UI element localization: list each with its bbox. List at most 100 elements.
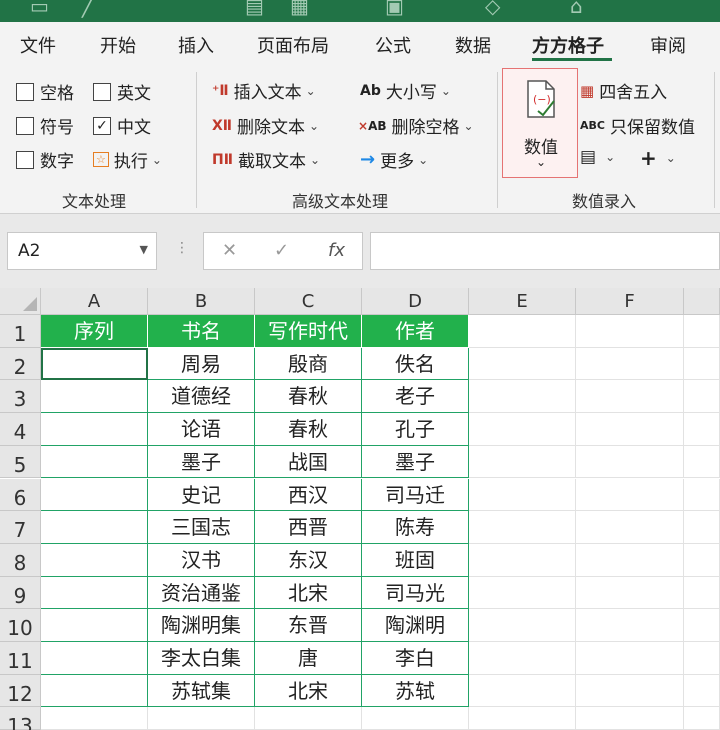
checkbox-english[interactable]: 英文 xyxy=(93,79,151,104)
table-cell[interactable]: 墨子 xyxy=(148,445,255,479)
value-button[interactable]: (−) 数值 ⌄ xyxy=(502,68,578,178)
shape-icon[interactable]: ◇ xyxy=(485,0,500,18)
table-cell[interactable]: 陈寿 xyxy=(362,511,469,544)
tab-page-layout[interactable]: 页面布局 xyxy=(257,32,329,58)
cell[interactable] xyxy=(469,478,576,512)
table-cell[interactable]: 苏轼集 xyxy=(148,674,255,708)
table-icon[interactable]: ▦ xyxy=(290,0,309,18)
column-header[interactable]: C xyxy=(255,288,362,315)
cell[interactable] xyxy=(469,413,576,446)
table-cell[interactable]: 周易 xyxy=(148,347,255,381)
cell[interactable] xyxy=(41,707,148,730)
formula-input[interactable] xyxy=(370,232,720,270)
cell[interactable] xyxy=(684,478,720,512)
print-icon[interactable]: ▣ xyxy=(385,0,404,18)
table-cell[interactable]: 西晋 xyxy=(255,511,362,544)
column-header[interactable]: F xyxy=(576,288,684,315)
column-header[interactable]: D xyxy=(362,288,469,315)
table-cell[interactable]: 战国 xyxy=(255,445,362,479)
cell[interactable] xyxy=(469,543,576,577)
table-cell[interactable]: 陶渊明 xyxy=(362,609,469,642)
delete-space-button[interactable]: ×AB 删除空格 ⌄ xyxy=(358,113,474,138)
cell[interactable] xyxy=(362,707,469,730)
row-header[interactable]: 3 xyxy=(0,380,41,414)
cell[interactable] xyxy=(469,347,576,381)
table-cell[interactable] xyxy=(41,413,148,446)
cell[interactable] xyxy=(469,609,576,642)
tab-home[interactable]: 开始 xyxy=(100,32,136,58)
more-button[interactable]: → 更多 ⌄ xyxy=(360,147,428,172)
table-cell[interactable] xyxy=(41,642,148,675)
table-cell[interactable] xyxy=(41,543,148,577)
table-cell[interactable]: 殷商 xyxy=(255,347,362,381)
cell[interactable] xyxy=(255,707,362,730)
layout-icon[interactable]: ▤ xyxy=(245,0,264,18)
name-box[interactable]: A2 ▼ xyxy=(7,232,157,270)
cell[interactable] xyxy=(469,315,576,348)
table-cell[interactable]: 东汉 xyxy=(255,543,362,577)
edit-menu-button[interactable]: ▤ ⌄ xyxy=(580,147,615,167)
table-cell[interactable]: 老子 xyxy=(362,380,469,414)
cell[interactable] xyxy=(469,511,576,544)
pen-icon[interactable]: ╱ xyxy=(82,0,94,18)
execute-button[interactable]: ☆ 执行 ⌄ xyxy=(93,147,162,172)
table-cell[interactable] xyxy=(41,380,148,414)
cell[interactable] xyxy=(684,576,720,610)
row-header[interactable]: 8 xyxy=(0,543,41,577)
table-cell[interactable]: 北宋 xyxy=(255,576,362,610)
table-cell[interactable]: 春秋 xyxy=(255,413,362,446)
tab-fangfanggezi[interactable]: 方方格子 xyxy=(532,32,604,58)
checkbox-symbol[interactable]: 符号 xyxy=(16,113,74,138)
table-header-cell[interactable]: 写作时代 xyxy=(255,315,362,348)
row-header[interactable]: 11 xyxy=(0,642,41,675)
table-cell[interactable]: 东晋 xyxy=(255,609,362,642)
table-cell[interactable] xyxy=(41,445,148,479)
cell[interactable] xyxy=(576,478,684,512)
table-header-cell[interactable]: 序列 xyxy=(41,315,148,348)
cell[interactable] xyxy=(684,674,720,708)
cell[interactable] xyxy=(469,707,576,730)
table-cell[interactable]: 资治通鉴 xyxy=(148,576,255,610)
function-icon[interactable]: fx xyxy=(328,240,345,261)
cell[interactable] xyxy=(576,445,684,479)
cell[interactable] xyxy=(684,347,720,381)
cell[interactable] xyxy=(684,380,720,414)
table-cell[interactable]: 李白 xyxy=(362,642,469,675)
column-header[interactable]: B xyxy=(148,288,255,315)
tab-insert[interactable]: 插入 xyxy=(178,32,214,58)
column-header[interactable] xyxy=(684,288,720,315)
row-header[interactable]: 4 xyxy=(0,413,41,446)
cell[interactable] xyxy=(469,642,576,675)
table-cell[interactable]: 北宋 xyxy=(255,674,362,708)
cell[interactable] xyxy=(469,674,576,708)
lock-icon[interactable]: ⌂ xyxy=(570,0,583,18)
table-cell[interactable]: 春秋 xyxy=(255,380,362,414)
row-header[interactable]: 10 xyxy=(0,609,41,642)
cell[interactable] xyxy=(576,380,684,414)
table-cell[interactable] xyxy=(41,674,148,708)
table-cell[interactable]: 论语 xyxy=(148,413,255,446)
cell[interactable] xyxy=(684,315,720,348)
table-cell[interactable]: 墨子 xyxy=(362,445,469,479)
row-header[interactable]: 6 xyxy=(0,478,41,512)
row-header[interactable]: 12 xyxy=(0,674,41,708)
cell[interactable] xyxy=(684,707,720,730)
table-cell[interactable]: 道德经 xyxy=(148,380,255,414)
row-header[interactable]: 2 xyxy=(0,347,41,381)
cell[interactable] xyxy=(684,445,720,479)
table-cell[interactable]: 李太白集 xyxy=(148,642,255,675)
cell[interactable] xyxy=(684,609,720,642)
table-header-cell[interactable]: 书名 xyxy=(148,315,255,348)
table-cell[interactable]: 班固 xyxy=(362,543,469,577)
table-cell[interactable] xyxy=(41,347,148,381)
tab-review[interactable]: 审阅 xyxy=(650,32,686,58)
cancel-icon[interactable]: ✕ xyxy=(222,240,237,261)
delete-text-button[interactable]: ⅩⅡ 删除文本 ⌄ xyxy=(212,113,319,139)
tab-formulas[interactable]: 公式 xyxy=(375,32,411,58)
table-cell[interactable]: 司马迁 xyxy=(362,478,469,512)
round-button[interactable]: ▦ 四舍五入 xyxy=(580,78,667,104)
dropdown-arrow-icon[interactable]: ▼ xyxy=(140,243,148,256)
confirm-icon[interactable]: ✓ xyxy=(274,240,289,261)
table-cell[interactable]: 佚名 xyxy=(362,347,469,381)
add-menu-button[interactable]: + ⌄ xyxy=(640,146,676,170)
